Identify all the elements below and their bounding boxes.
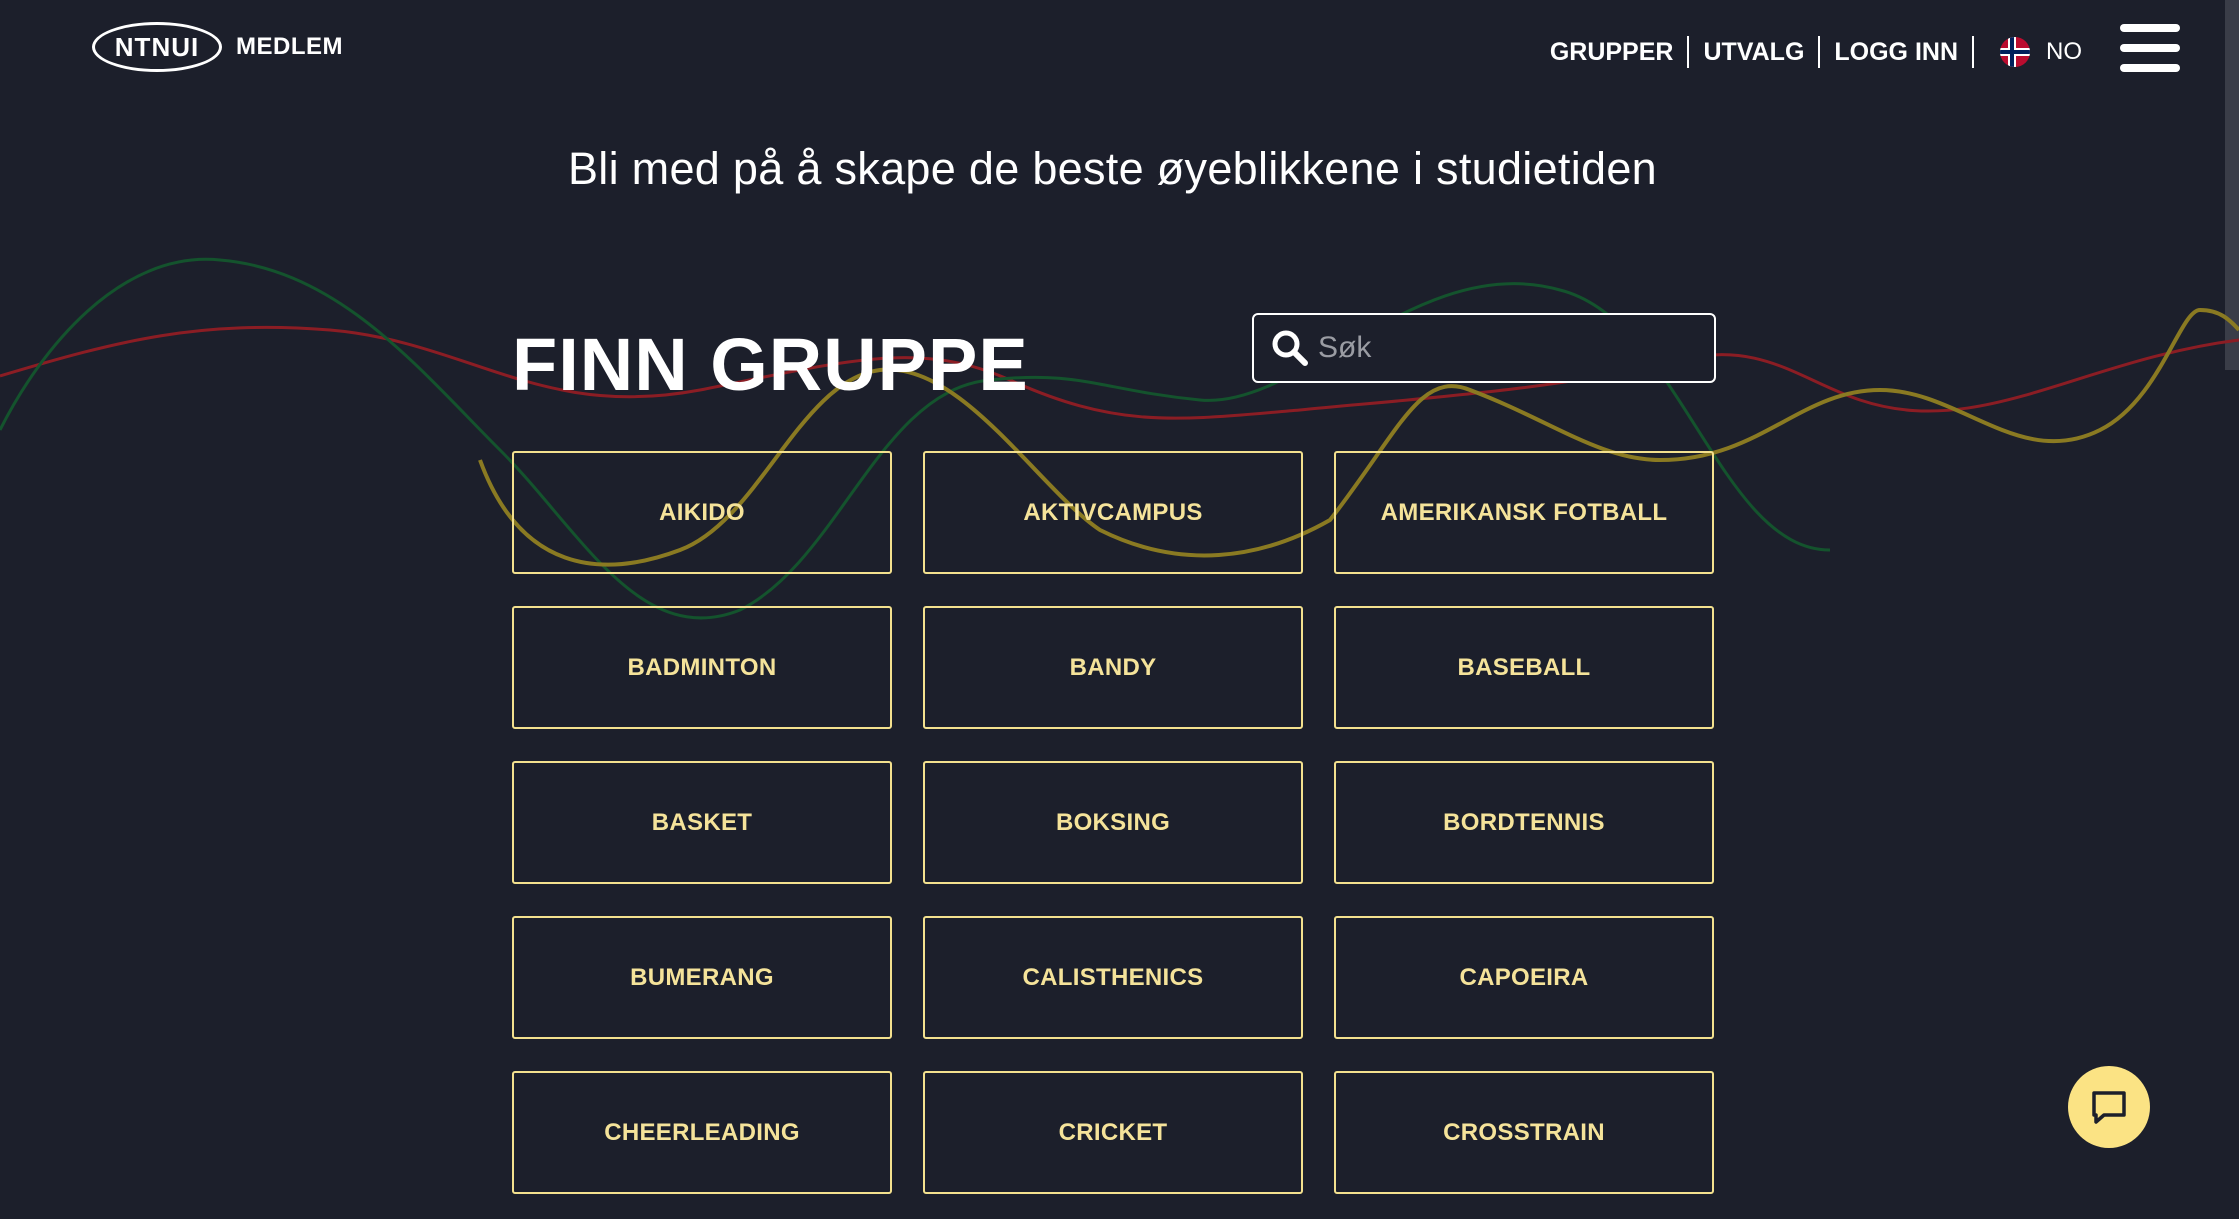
group-card-basket[interactable]: BASKET: [512, 761, 892, 884]
main-nav: GRUPPER UTVALG LOGG INN NO: [1536, 24, 2239, 72]
group-card-baseball[interactable]: BASEBALL: [1334, 606, 1714, 729]
group-card-bumerang[interactable]: BUMERANG: [512, 916, 892, 1039]
group-card-cricket[interactable]: CRICKET: [923, 1071, 1303, 1194]
search-box[interactable]: [1252, 313, 1716, 383]
logo[interactable]: NTNUI MEDLEM: [92, 22, 343, 72]
logo-subtitle: MEDLEM: [236, 33, 343, 60]
nav-divider: [1972, 36, 1974, 68]
group-card-boksing[interactable]: BOKSING: [923, 761, 1303, 884]
group-card-cheerleading[interactable]: CHEERLEADING: [512, 1071, 892, 1194]
group-card-amerikansk-fotball[interactable]: AMERIKANSK FOTBALL: [1334, 451, 1714, 574]
menu-bar: [2120, 64, 2180, 72]
hero-tagline: Bli med på å skape de beste øyeblikkene …: [567, 143, 1658, 194]
nav-link-utvalg[interactable]: UTVALG: [1689, 35, 1818, 69]
finn-gruppe-heading: FINN GRUPPE: [512, 323, 1029, 406]
hamburger-menu-icon[interactable]: [2120, 24, 2180, 72]
search-input[interactable]: [1316, 330, 1700, 366]
menu-bar: [2120, 24, 2180, 32]
group-card-capoeira[interactable]: CAPOEIRA: [1334, 916, 1714, 1039]
scrollbar-thumb[interactable]: [2225, 0, 2239, 370]
chat-bubble-icon: [2092, 1091, 2126, 1124]
norway-flag-icon: [2000, 37, 2030, 67]
menu-bar: [2120, 44, 2180, 52]
chat-button[interactable]: [2068, 1066, 2150, 1148]
search-icon: [1272, 330, 1308, 366]
group-card-aktivcampus[interactable]: AKTIVCAMPUS: [923, 451, 1303, 574]
nav-link-logg-inn[interactable]: LOGG INN: [1820, 35, 1972, 69]
language-switcher[interactable]: NO: [2000, 37, 2082, 67]
group-card-crosstrain[interactable]: CROSSTRAIN: [1334, 1071, 1714, 1194]
language-label: NO: [2046, 38, 2082, 65]
nav-link-grupper[interactable]: GRUPPER: [1536, 35, 1688, 69]
group-grid: AIKIDO AKTIVCAMPUS AMERIKANSK FOTBALL BA…: [512, 451, 1714, 1194]
group-card-aikido[interactable]: AIKIDO: [512, 451, 892, 574]
group-card-bordtennis[interactable]: BORDTENNIS: [1334, 761, 1714, 884]
page: NTNUI MEDLEM GRUPPER UTVALG LOGG INN NO: [0, 0, 2239, 1219]
ntnui-logo: NTNUI: [92, 22, 222, 72]
site-header: NTNUI MEDLEM GRUPPER UTVALG LOGG INN NO: [0, 0, 2239, 370]
group-card-badminton[interactable]: BADMINTON: [512, 606, 892, 729]
group-card-calisthenics[interactable]: CALISTHENICS: [923, 916, 1303, 1039]
group-card-bandy[interactable]: BANDY: [923, 606, 1303, 729]
